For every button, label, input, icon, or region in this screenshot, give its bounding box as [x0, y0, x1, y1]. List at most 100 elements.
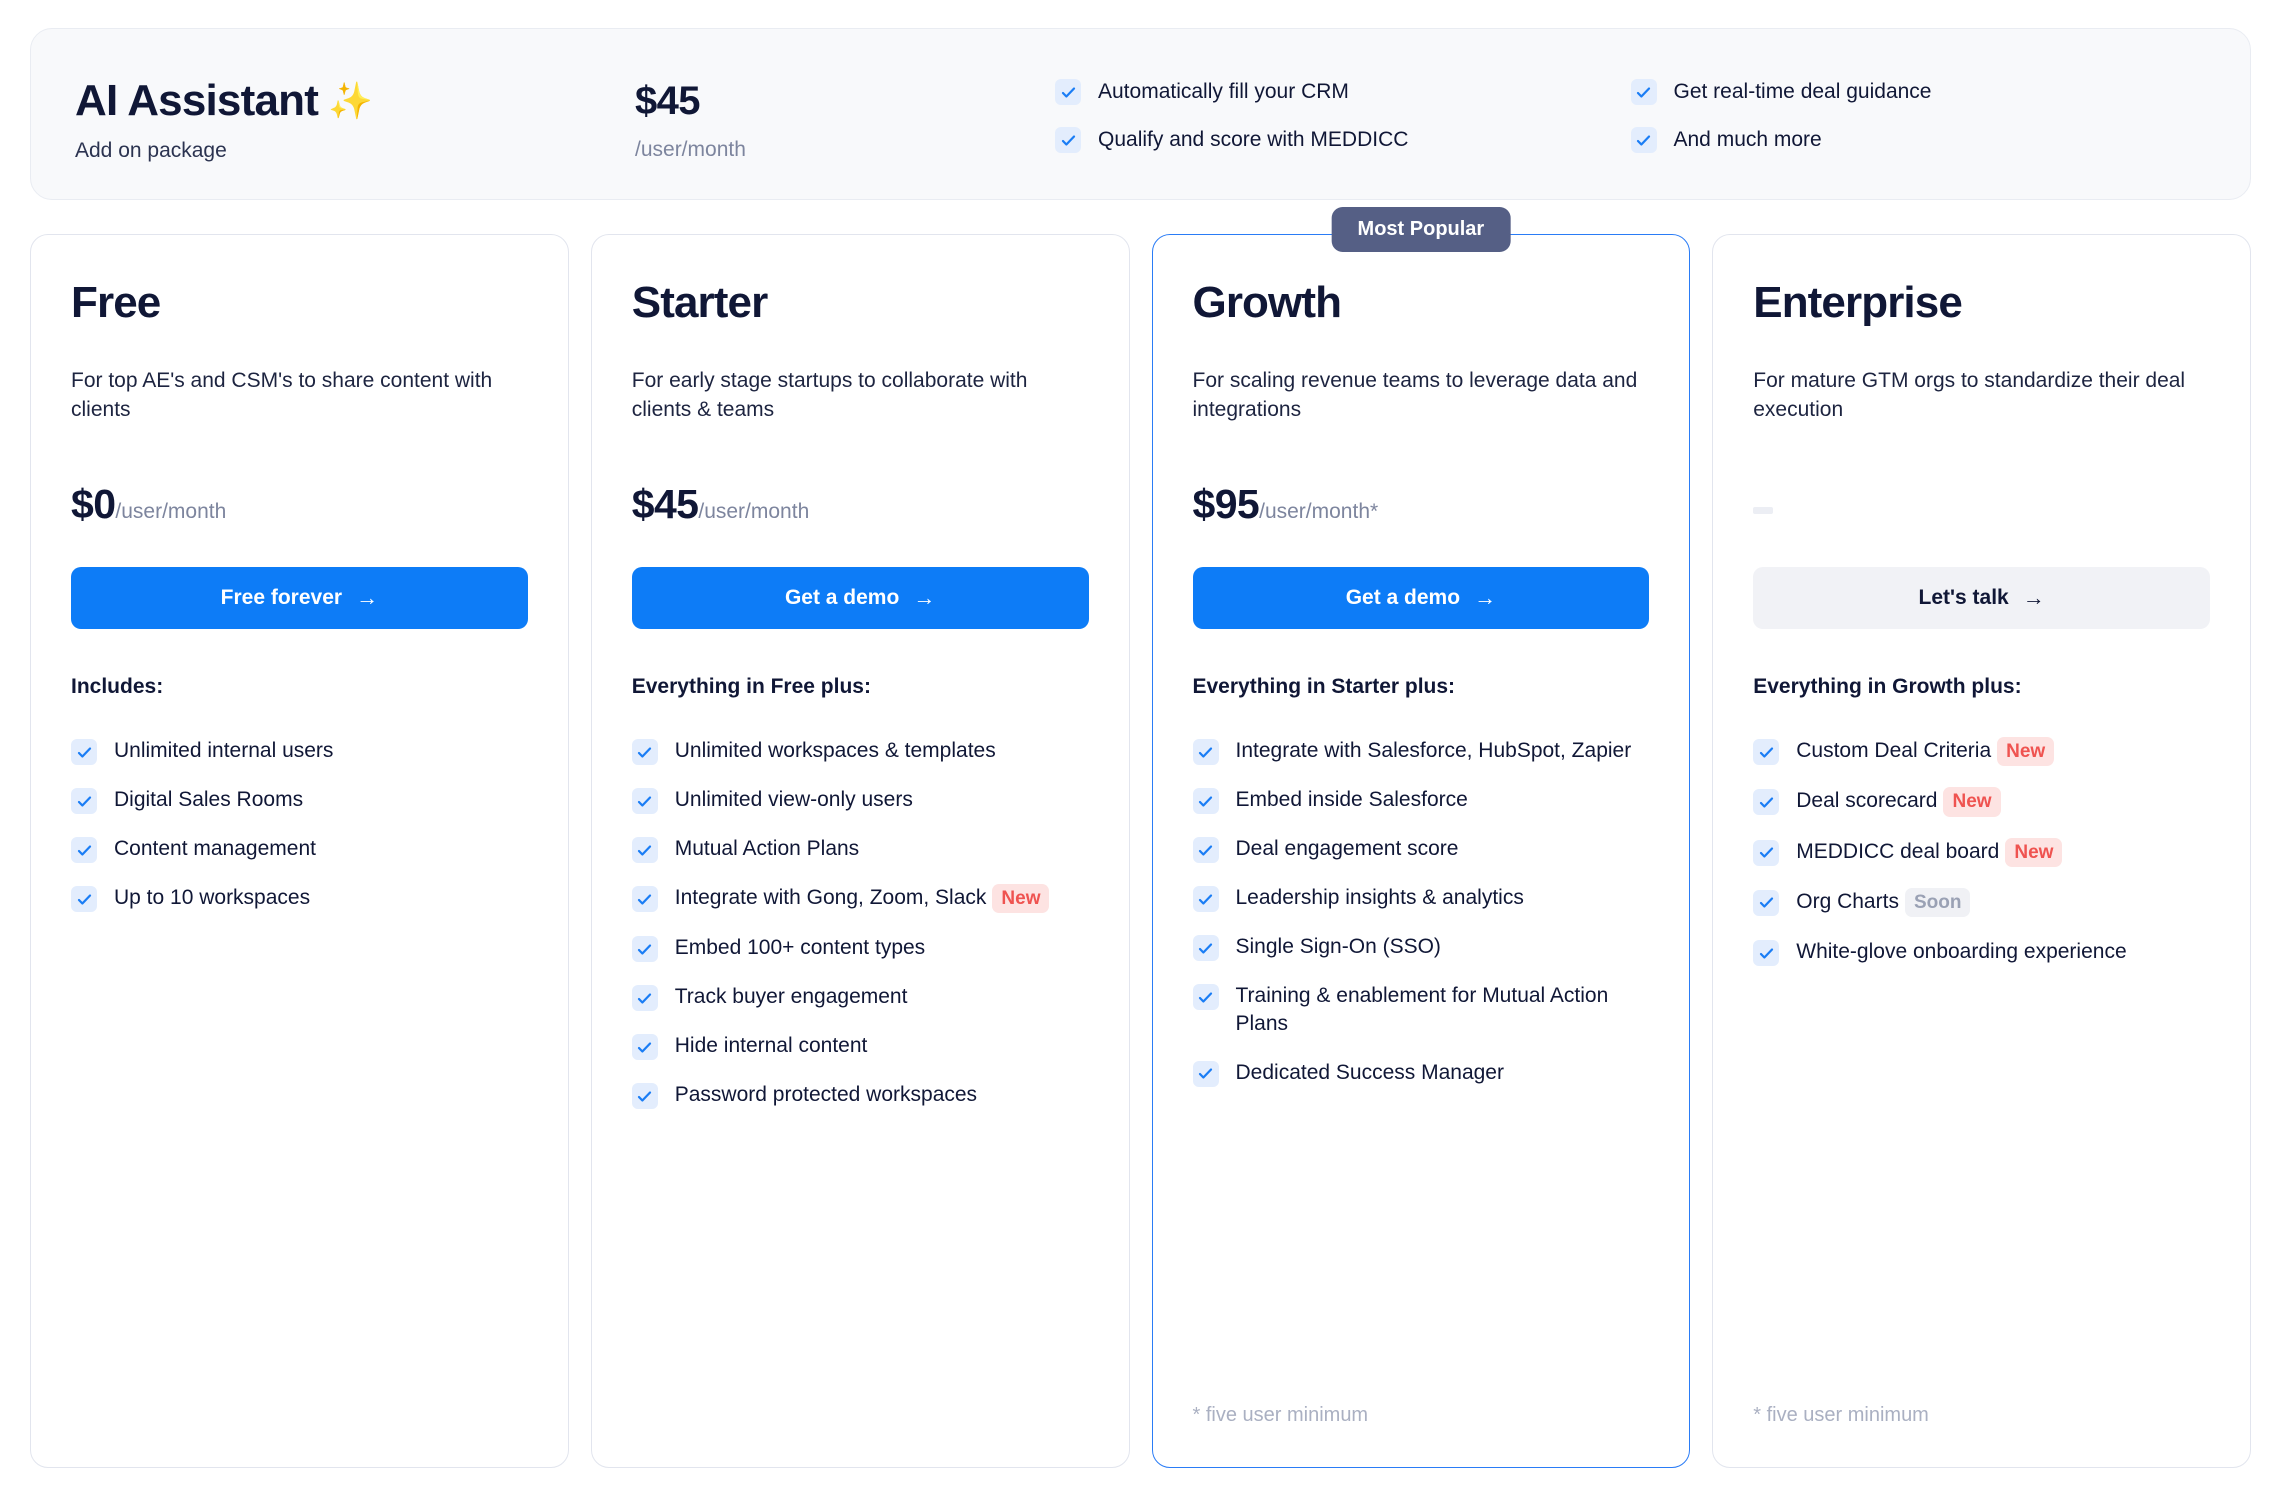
check-icon: [1753, 739, 1780, 765]
feature-badge-new: New: [1943, 787, 2001, 817]
plan-feature-text-wrap: Org Charts Soon: [1796, 887, 2210, 918]
plan-feature-item: Custom Deal Criteria New: [1753, 737, 2210, 767]
plan-cta-button[interactable]: Get a demo →: [631, 567, 1089, 629]
most-popular-badge: Most Popular: [1331, 207, 1511, 252]
check-icon: [1192, 788, 1219, 814]
plan-feature-text-wrap: Mutual Action Plans: [675, 835, 1089, 863]
check-icon: [1055, 127, 1081, 153]
plan-feature-label: Hide internal content: [674, 1034, 868, 1058]
plan-feature-label: Integrate with Salesforce, HubSpot, Zapi…: [1235, 739, 1632, 762]
feature-badge-soon: Soon: [1904, 887, 1971, 918]
plan-feature-label: Deal scorecard: [1796, 789, 1938, 813]
check-icon: [631, 1083, 658, 1110]
plan-feature-item: White-glove onboarding experience: [1753, 938, 2210, 967]
pricing-card-free: Free For top AE's and CSM's to share cont…: [30, 234, 569, 1468]
plan-feature-label: Single Sign-On (SSO): [1235, 935, 1441, 958]
plan-feature-label: Embed inside Salesforce: [1235, 788, 1468, 811]
plan-feature-item: Mutual Action Plans: [631, 835, 1089, 863]
addon-price-block: $45 /user/month: [635, 75, 1055, 162]
plan-feature-item: Digital Sales Rooms: [71, 786, 528, 814]
check-icon: [1753, 889, 1780, 916]
check-icon: [1630, 127, 1657, 153]
plan-feature-label: Training & enablement for Mutual Action …: [1235, 984, 1609, 1035]
plan-feature-item: Dedicated Success Manager: [1192, 1059, 1650, 1087]
plan-includes-title: Everything in Growth plus:: [1753, 675, 2022, 698]
plan-cta-label: Free forever: [220, 586, 343, 609]
check-icon: [71, 886, 97, 912]
plan-price: $95: [1192, 481, 1260, 527]
plan-feature-text-wrap: Hide internal content: [675, 1032, 1089, 1060]
plan-feature-text-wrap: Training & enablement for Mutual Action …: [1236, 982, 1650, 1038]
plan-price: $0: [71, 481, 116, 527]
pricing-card-starter: Starter For early stage startups to colla…: [590, 234, 1130, 1468]
addon-feature-label: Qualify and score with MEDDICC: [1098, 128, 1409, 151]
plan-feature-item: Unlimited workspaces & templates: [631, 737, 1089, 765]
plan-feature-item: Unlimited internal users: [71, 737, 528, 765]
plan-feature-label: White-glove onboarding experience: [1796, 940, 2127, 964]
addon-subtitle: Add on package: [75, 138, 227, 162]
plan-feature-label: Org Charts: [1796, 889, 1899, 913]
addon-price-unit: /user/month: [635, 138, 746, 161]
plan-feature-label: Unlimited internal users: [114, 739, 334, 762]
plan-feature-text-wrap: Integrate with Gong, Zoom, Slack New: [675, 884, 1089, 914]
plan-cta-label: Get a demo: [1345, 586, 1461, 609]
plan-price-unit: /user/month*: [1259, 500, 1379, 523]
plan-description: For mature GTM orgs to standardize their…: [1753, 369, 2186, 421]
plan-cta-button[interactable]: Let's talk →: [1753, 567, 2210, 629]
plan-feature-text-wrap: Deal scorecard New: [1796, 787, 2210, 817]
plan-cta-label: Let's talk: [1918, 586, 2009, 609]
addon-feature-column-2: Get real-time deal guidance And much mor…: [1630, 79, 2207, 153]
check-icon: [1192, 935, 1219, 961]
plan-name: Free: [71, 278, 161, 327]
plan-cta-button[interactable]: Get a demo →: [1192, 567, 1650, 629]
check-icon: [1753, 940, 1780, 967]
plan-feature-item: Integrate with Salesforce, HubSpot, Zapi…: [1192, 737, 1650, 765]
plan-feature-item: Deal scorecard New: [1753, 787, 2210, 817]
arrow-right-icon: →: [913, 585, 936, 610]
plan-description: For early stage startups to collaborate …: [631, 369, 1028, 421]
plan-feature-text-wrap: White-glove onboarding experience: [1796, 938, 2210, 966]
addon-feature-label: And much more: [1673, 128, 1822, 151]
plan-feature-label: Unlimited view-only users: [674, 788, 913, 811]
check-icon: [1192, 837, 1219, 863]
arrow-right-icon: →: [2022, 585, 2045, 610]
addon-feature-columns: Automatically fill your CRM Qualify and …: [1055, 75, 2206, 153]
plan-feature-text-wrap: Dedicated Success Manager: [1236, 1059, 1650, 1087]
addon-feature: Automatically fill your CRM: [1055, 79, 1631, 105]
plan-feature-text-wrap: Deal engagement score: [1236, 835, 1650, 863]
check-icon: [1192, 1060, 1219, 1087]
plan-price-row: $45/user/month: [632, 481, 1089, 539]
pricing-card-growth: Most Popular Growth For scaling revenue te…: [1151, 207, 1691, 1468]
check-icon: [631, 788, 658, 814]
check-icon: [631, 985, 658, 1012]
plan-feature-text-wrap: Embed inside Salesforce: [1236, 786, 1650, 814]
plan-feature-text-wrap: Single Sign-On (SSO): [1236, 933, 1650, 961]
plan-feature-list: Custom Deal Criteria New Deal scorecard New…: [1753, 737, 2210, 1384]
plan-feature-label: Custom Deal Criteria: [1796, 739, 1992, 762]
check-icon: [71, 837, 97, 863]
plan-feature-text-wrap: Up to 10 workspaces: [114, 884, 528, 912]
plan-description: For scaling revenue teams to leverage da…: [1192, 369, 1638, 421]
plan-feature-item: Password protected workspaces: [631, 1081, 1089, 1110]
plan-feature-item: Org Charts Soon: [1753, 887, 2210, 918]
ai-assistant-banner: AI Assistant ✨ Add on package $45 /user/…: [30, 28, 2251, 200]
plan-price-row: $95/user/month*: [1193, 481, 1650, 539]
plan-cta-button[interactable]: Free forever →: [71, 567, 528, 629]
plan-feature-text-wrap: Custom Deal Criteria New: [1796, 737, 2210, 767]
check-icon: [631, 936, 658, 963]
plan-includes-title: Everything in Free plus:: [631, 675, 871, 698]
plan-price-row: $0/user/month: [71, 481, 528, 539]
feature-badge-new: New: [992, 884, 1050, 914]
plan-feature-list: Unlimited internal users Digital Sales Ro…: [71, 737, 528, 1407]
addon-title-block: AI Assistant ✨ Add on package: [75, 75, 635, 163]
plan-feature-text-wrap: MEDDICC deal board New: [1796, 837, 2210, 867]
plan-feature-item: Embed inside Salesforce: [1192, 786, 1650, 814]
plan-feature-text-wrap: Content management: [114, 835, 528, 863]
addon-feature-label: Get real-time deal guidance: [1673, 80, 1932, 103]
plan-feature-text-wrap: Integrate with Salesforce, HubSpot, Zapi…: [1236, 737, 1650, 765]
plan-name: Growth: [1192, 278, 1342, 327]
plan-feature-text-wrap: Unlimited view-only users: [675, 786, 1089, 814]
addon-price: $45: [635, 79, 701, 123]
pricing-plan-grid: Free For top AE's and CSM's to share cont…: [30, 207, 2251, 1468]
plan-feature-item: Hide internal content: [631, 1032, 1089, 1061]
